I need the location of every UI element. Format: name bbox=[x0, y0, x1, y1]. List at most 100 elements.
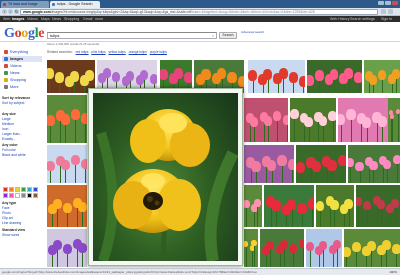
gbar-shopping[interactable]: Shopping bbox=[64, 17, 79, 21]
tulip-stem-shape bbox=[350, 167, 352, 183]
wrench-icon[interactable] bbox=[388, 9, 393, 14]
sort-by-subject-link[interactable]: Sort by subject bbox=[2, 101, 30, 106]
gbar-videos[interactable]: Videos bbox=[27, 17, 38, 21]
image-thumbnail[interactable] bbox=[47, 145, 87, 183]
color-swatch[interactable] bbox=[27, 193, 32, 198]
image-thumbnail[interactable] bbox=[264, 185, 314, 227]
sidebar-item-videos[interactable]: Videos bbox=[2, 63, 42, 69]
tab-label: Tif data and image bbox=[8, 2, 38, 6]
image-thumbnail[interactable] bbox=[344, 229, 400, 267]
reload-icon[interactable]: ↻ bbox=[14, 9, 19, 14]
related-link-pink[interactable]: pink tulips bbox=[91, 50, 105, 54]
gbar-sign-in[interactable]: Sign in bbox=[381, 17, 392, 21]
search-button[interactable]: Search bbox=[219, 32, 237, 39]
url-rest: #start=&imgrefurl=&usg=&tbnid=&tbnh=&tbn… bbox=[191, 10, 315, 14]
google-logo[interactable]: Google bbox=[4, 27, 45, 41]
tulip-flower-shape bbox=[126, 71, 135, 82]
tulip-flower-shape bbox=[244, 199, 250, 208]
related-link-red[interactable]: red tulips bbox=[76, 50, 89, 54]
search-input[interactable]: tulips bbox=[47, 32, 217, 39]
browser-tab[interactable]: Tif data and image bbox=[1, 1, 49, 8]
image-thumbnail[interactable] bbox=[47, 95, 87, 143]
tulip-stem-shape bbox=[49, 78, 51, 93]
image-thumbnail[interactable] bbox=[260, 229, 304, 267]
image-thumbnail[interactable] bbox=[244, 229, 258, 267]
type-line-drawing-link[interactable]: Line drawing bbox=[2, 221, 21, 226]
image-thumbnail[interactable] bbox=[244, 185, 262, 227]
tulip-stem-shape bbox=[395, 78, 397, 93]
gbar-web-history[interactable]: Web History bbox=[330, 17, 350, 21]
image-thumbnail[interactable] bbox=[248, 60, 305, 93]
tulip-stem-shape bbox=[291, 209, 293, 227]
tulip-stem-shape bbox=[57, 250, 59, 267]
tulip-stem-shape bbox=[275, 210, 277, 227]
image-thumbnail[interactable] bbox=[316, 185, 354, 227]
tulip-flower-shape bbox=[311, 160, 321, 172]
image-thumbnail[interactable] bbox=[356, 185, 400, 227]
clear-search-icon[interactable]: × bbox=[212, 33, 214, 38]
color-swatch[interactable] bbox=[21, 193, 26, 198]
tulip-flower-shape bbox=[288, 72, 298, 84]
preview-image[interactable] bbox=[93, 93, 238, 261]
gbar-search-settings[interactable]: Search settings bbox=[350, 17, 375, 21]
image-thumbnail[interactable] bbox=[388, 98, 400, 142]
image-thumbnail[interactable] bbox=[296, 145, 346, 183]
more-icon bbox=[4, 85, 8, 89]
color-swatch[interactable] bbox=[3, 187, 8, 192]
image-thumbnail[interactable] bbox=[348, 145, 400, 183]
minimize-icon[interactable] bbox=[378, 1, 384, 5]
browser-tab-active[interactable]: tulips - Google Search bbox=[50, 1, 100, 8]
sidebar-item-more[interactable]: More bbox=[2, 84, 42, 90]
sidebar-item-images[interactable]: Images bbox=[2, 56, 42, 62]
image-hover-preview[interactable] bbox=[88, 88, 243, 266]
tulip-flower-shape bbox=[392, 154, 400, 165]
color-swatch[interactable] bbox=[9, 187, 14, 192]
image-thumbnail[interactable] bbox=[306, 229, 342, 267]
image-thumbnail[interactable] bbox=[364, 60, 400, 93]
related-link-purple[interactable]: purple tulips bbox=[150, 50, 167, 54]
sidebar-item-news[interactable]: News bbox=[2, 70, 42, 76]
image-thumbnail[interactable] bbox=[244, 98, 288, 142]
color-swatch[interactable] bbox=[9, 193, 14, 198]
close-icon[interactable] bbox=[392, 1, 398, 5]
page-menu-icon[interactable] bbox=[381, 9, 386, 14]
color-swatch[interactable] bbox=[33, 193, 38, 198]
gbar-news[interactable]: News bbox=[52, 17, 61, 21]
tulip-stem-shape bbox=[67, 254, 69, 267]
tulip-stem-shape bbox=[85, 123, 87, 143]
color-swatch[interactable] bbox=[27, 187, 32, 192]
image-thumbnail[interactable] bbox=[338, 98, 388, 142]
color-swatch[interactable] bbox=[15, 193, 20, 198]
tulip-flower-shape bbox=[390, 198, 399, 209]
size-exactly-link[interactable]: Exactly... bbox=[2, 137, 22, 142]
image-thumbnail[interactable] bbox=[244, 145, 294, 183]
image-thumbnail[interactable] bbox=[307, 60, 362, 93]
advanced-search-link[interactable]: Advanced search bbox=[241, 30, 264, 35]
zoom-level: 100% bbox=[389, 270, 397, 274]
image-thumbnail[interactable] bbox=[47, 185, 87, 227]
gbar-more[interactable]: more bbox=[95, 17, 103, 21]
color-swatch[interactable] bbox=[15, 187, 20, 192]
color-swatch[interactable] bbox=[21, 187, 26, 192]
tulip-stem-shape bbox=[390, 213, 392, 227]
tulip-flower-shape bbox=[369, 160, 378, 171]
color-swatch[interactable] bbox=[3, 193, 8, 198]
gbar-gmail[interactable]: Gmail bbox=[83, 17, 92, 21]
related-link-orange[interactable]: orange tulips bbox=[129, 50, 147, 54]
url-field[interactable]: www.google.com/images?hl=en&source=imghp… bbox=[20, 9, 378, 15]
image-thumbnail[interactable] bbox=[290, 98, 336, 142]
sidebar-item-shopping[interactable]: Shopping bbox=[2, 77, 42, 83]
show-sizes-link[interactable]: Show sizes bbox=[2, 233, 25, 238]
related-link-yellow[interactable]: yellow tulips bbox=[109, 50, 126, 54]
gbar-images[interactable]: Images bbox=[12, 17, 24, 21]
color-swatch[interactable] bbox=[33, 187, 38, 192]
back-arrow-icon[interactable]: ‹ bbox=[2, 9, 7, 14]
tulip-stem-shape bbox=[253, 245, 255, 267]
gbar-web[interactable]: Web bbox=[3, 17, 10, 21]
forward-arrow-icon[interactable]: › bbox=[8, 9, 13, 14]
image-thumbnail[interactable] bbox=[47, 229, 87, 267]
color-bw-link[interactable]: Black and white bbox=[2, 153, 26, 158]
maximize-icon[interactable] bbox=[385, 1, 391, 5]
sidebar-item-everything[interactable]: Everything bbox=[2, 49, 42, 55]
gbar-maps[interactable]: Maps bbox=[41, 17, 50, 21]
